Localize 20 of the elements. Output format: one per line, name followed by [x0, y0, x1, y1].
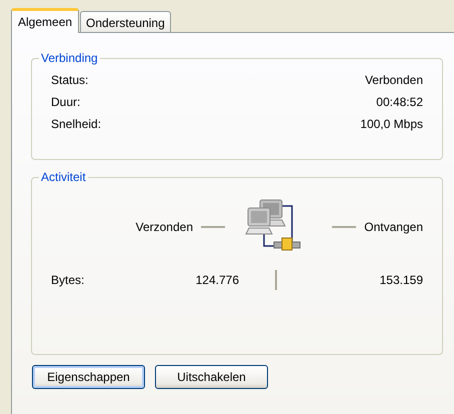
field-value: 00:48:52 [376, 95, 423, 109]
tab[interactable]: Algemeen [11, 8, 80, 33]
connector-line [332, 226, 356, 228]
tab[interactable]: Ondersteuning [80, 11, 171, 32]
group-title: Verbinding [40, 51, 99, 65]
received-label: Ontvangen [364, 220, 423, 234]
sent-label: Verzonden [136, 220, 193, 234]
received-bytes: 153.159 [380, 273, 423, 287]
field-value: 100,0 Mbps [360, 117, 423, 131]
field-value: Verbonden [364, 73, 423, 87]
bytes-label: Bytes: [51, 273, 84, 287]
sent-bytes: 124.776 [196, 273, 239, 287]
dialog-button[interactable]: Uitschakelen [155, 365, 268, 389]
field-label: Snelheid: [51, 117, 102, 131]
separator [275, 270, 277, 290]
field-label: Duur: [51, 95, 80, 109]
field-label: Status: [51, 73, 88, 87]
connector-line [201, 226, 225, 228]
dialog-button[interactable]: Eigenschappen [32, 365, 145, 389]
group-title: Activiteit [40, 170, 87, 184]
